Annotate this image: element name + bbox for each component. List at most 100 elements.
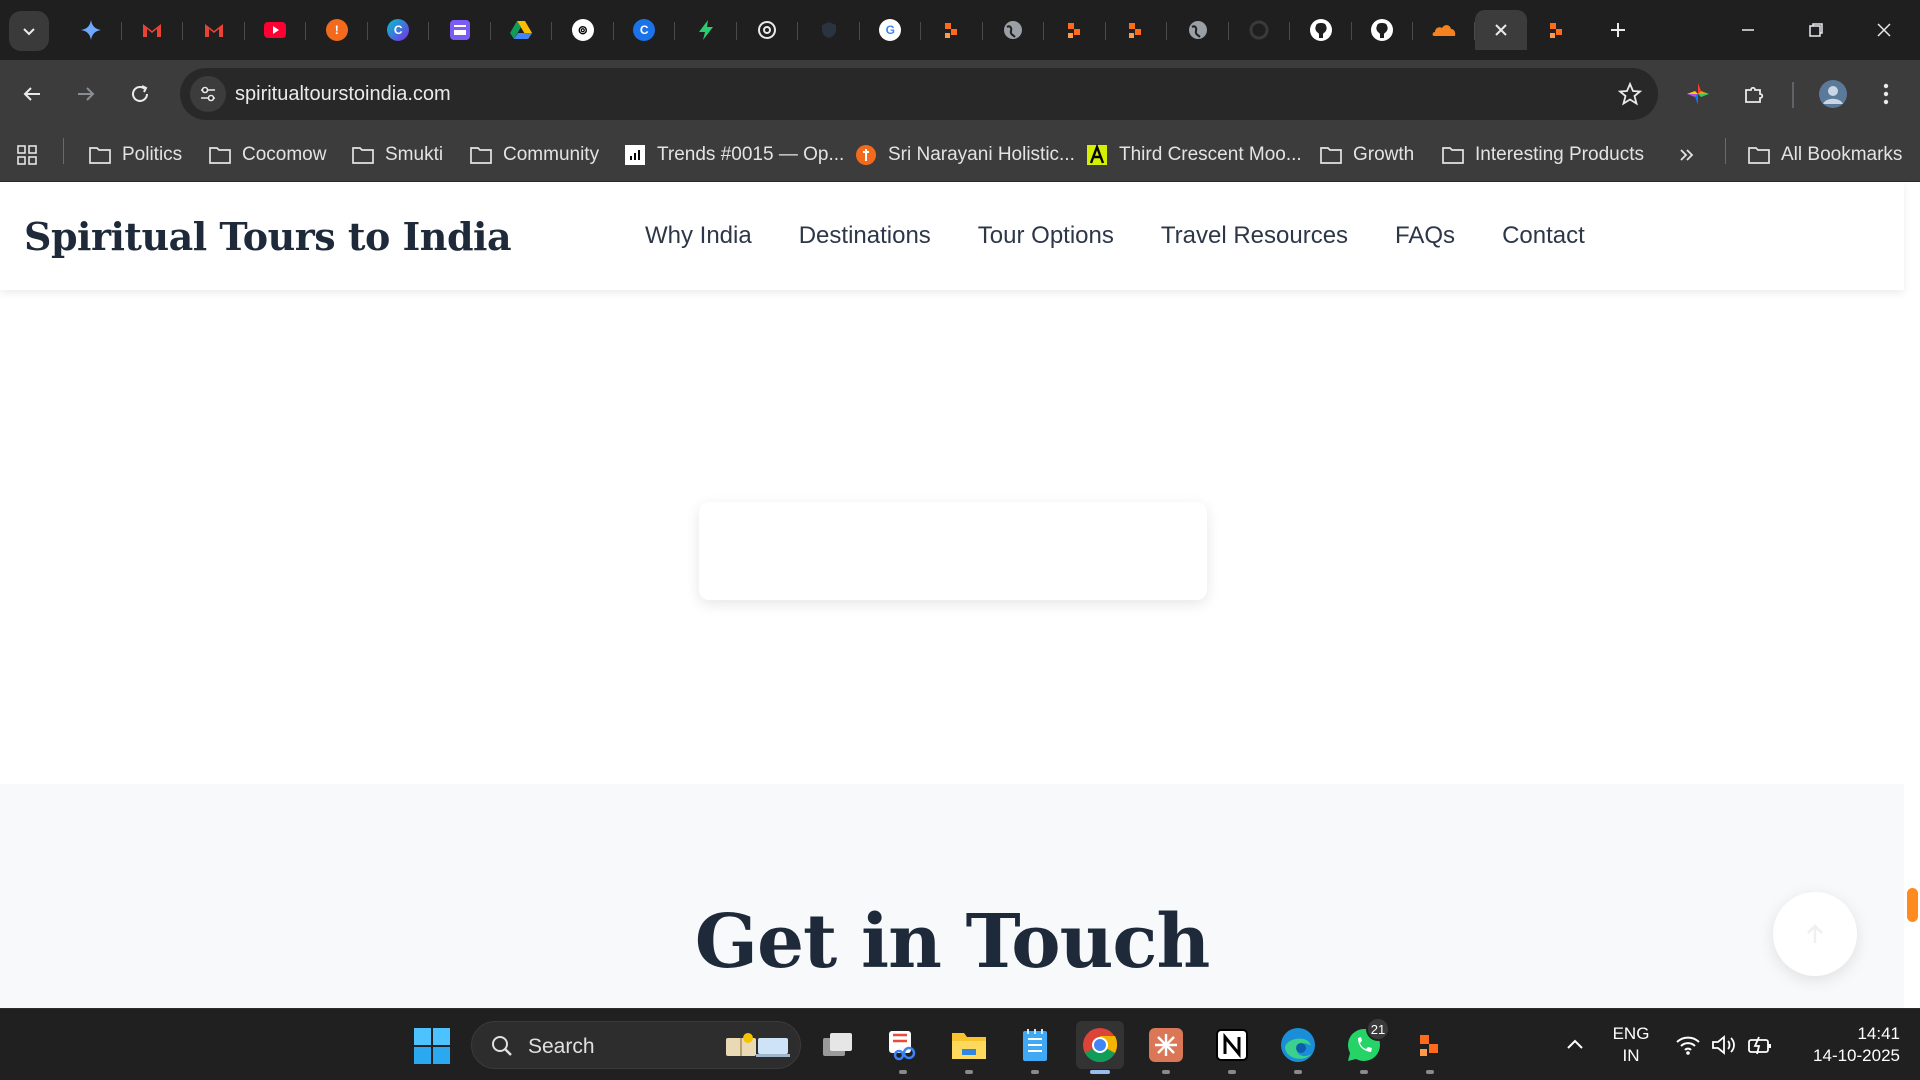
taskbar-orange-app[interactable] bbox=[1406, 1021, 1454, 1074]
bookmark-growth[interactable]: Growth bbox=[1319, 128, 1414, 182]
claude-icon bbox=[1149, 1028, 1183, 1062]
tab-copilot-c[interactable]: C bbox=[614, 10, 675, 50]
bookmark-sri-narayani[interactable]: Sri Narayani Holistic... bbox=[854, 128, 1075, 182]
wifi-icon bbox=[1676, 1036, 1700, 1055]
nav-travel-resources[interactable]: Travel Resources bbox=[1161, 222, 1348, 250]
nav-tour-options[interactable]: Tour Options bbox=[978, 222, 1114, 250]
restore-button[interactable] bbox=[1782, 0, 1850, 60]
bookmarks-divider bbox=[63, 138, 64, 164]
tab-orange-1[interactable] bbox=[921, 10, 983, 50]
tab-gmail-1[interactable] bbox=[122, 10, 183, 50]
taskbar-notepad[interactable] bbox=[1011, 1021, 1059, 1074]
bookmark-politics[interactable]: Politics bbox=[88, 128, 182, 182]
taskbar-claude[interactable] bbox=[1142, 1021, 1190, 1074]
tab-orange-4[interactable] bbox=[1527, 10, 1589, 50]
tab-canva[interactable]: C bbox=[368, 10, 429, 50]
tab-search-button[interactable] bbox=[9, 11, 49, 51]
taskbar-edge[interactable] bbox=[1274, 1021, 1322, 1074]
taskbar-whatsapp[interactable]: 21 bbox=[1340, 1017, 1390, 1074]
extensions-button[interactable] bbox=[1734, 74, 1774, 114]
nav-contact[interactable]: Contact bbox=[1502, 222, 1585, 250]
scrollbar-thumb[interactable] bbox=[1907, 888, 1918, 922]
tab-narayani[interactable]: ! bbox=[306, 10, 368, 50]
site-logo-title[interactable]: Spiritual Tours to India bbox=[24, 214, 512, 259]
shield-icon bbox=[821, 22, 836, 38]
battery-button[interactable] bbox=[1736, 1021, 1784, 1069]
taskbar-search-box[interactable]: Search bbox=[471, 1021, 801, 1069]
web-page: Spiritual Tours to India Why India Desti… bbox=[0, 182, 1920, 1008]
tab-globe-1[interactable] bbox=[983, 10, 1044, 50]
taskbar-chrome[interactable] bbox=[1076, 1021, 1124, 1074]
tab-youtube[interactable] bbox=[245, 10, 306, 50]
tab-gmail-2[interactable] bbox=[183, 10, 245, 50]
browser-menu-button[interactable] bbox=[1866, 74, 1906, 114]
nav-faqs[interactable]: FAQs bbox=[1395, 222, 1455, 250]
profile-button[interactable] bbox=[1813, 74, 1853, 114]
forward-button[interactable] bbox=[66, 74, 106, 114]
show-hidden-icons-button[interactable] bbox=[1551, 1021, 1599, 1069]
tab-gemini[interactable] bbox=[60, 10, 122, 50]
nav-destinations[interactable]: Destinations bbox=[799, 222, 931, 250]
minimize-button[interactable] bbox=[1714, 0, 1782, 60]
tab-strip: ! C ⊚ C G bbox=[0, 0, 1920, 60]
tab-active-current[interactable] bbox=[1474, 10, 1527, 50]
close-icon[interactable] bbox=[1493, 22, 1509, 38]
tab-loading[interactable] bbox=[1229, 10, 1290, 50]
tab-google[interactable]: G bbox=[860, 10, 921, 50]
gmail-icon bbox=[204, 24, 223, 37]
arrow-left-icon bbox=[23, 87, 40, 101]
clock[interactable]: 14:41 14-10-2025 bbox=[1790, 1023, 1900, 1067]
bookmark-label: Smukti bbox=[385, 144, 444, 165]
bookmark-smukti[interactable]: Smukti bbox=[351, 128, 443, 182]
taskbar-search-label: Search bbox=[528, 1035, 595, 1058]
tune-icon bbox=[201, 86, 215, 102]
tab-orange-3[interactable] bbox=[1106, 10, 1167, 50]
chatgpt-icon bbox=[758, 21, 777, 39]
task-view-button[interactable] bbox=[814, 1021, 862, 1069]
more-bookmarks-button[interactable] bbox=[1678, 128, 1696, 182]
new-tab-button[interactable] bbox=[1598, 10, 1638, 50]
tab-globe-2[interactable] bbox=[1167, 10, 1229, 50]
bookmark-interesting-products[interactable]: Interesting Products bbox=[1441, 128, 1644, 182]
chevron-up-icon bbox=[1567, 1039, 1583, 1049]
tab-perplexity[interactable]: ⊚ bbox=[552, 10, 614, 50]
color-wheel-icon bbox=[1687, 83, 1709, 105]
tab-chatgpt[interactable] bbox=[737, 10, 798, 50]
taskbar-file-explorer[interactable] bbox=[945, 1021, 993, 1074]
bookmarks-divider bbox=[1725, 138, 1726, 164]
tab-dark-site[interactable] bbox=[798, 10, 860, 50]
close-window-button[interactable] bbox=[1850, 0, 1918, 60]
tab-orange-2[interactable] bbox=[1044, 10, 1106, 50]
bookmark-community[interactable]: Community bbox=[469, 128, 599, 182]
bookmark-trends[interactable]: Trends #0015 — Op... bbox=[623, 128, 844, 182]
address-bar[interactable]: spiritualtourstoindia.com bbox=[180, 68, 1658, 120]
language-indicator[interactable]: ENG IN bbox=[1606, 1023, 1656, 1067]
tab-drive[interactable] bbox=[491, 10, 552, 50]
bookmark-label: Growth bbox=[1353, 144, 1415, 165]
all-bookmarks-button[interactable]: All Bookmarks bbox=[1747, 128, 1902, 182]
bookmark-star-button[interactable] bbox=[1616, 80, 1644, 108]
tab-gallery[interactable] bbox=[429, 10, 491, 50]
site-info-button[interactable] bbox=[190, 76, 226, 112]
scroll-to-top-button[interactable] bbox=[1773, 892, 1857, 976]
tab-bolt[interactable] bbox=[675, 10, 737, 50]
color-extension-button[interactable] bbox=[1678, 74, 1718, 114]
apps-button[interactable] bbox=[16, 128, 38, 182]
taskbar-notion[interactable] bbox=[1208, 1021, 1256, 1074]
page-scrollbar[interactable] bbox=[1904, 182, 1920, 1008]
google-icon: G bbox=[879, 19, 902, 41]
tab-cloudflare[interactable] bbox=[1413, 10, 1475, 50]
nav-why-india[interactable]: Why India bbox=[645, 222, 752, 250]
reload-button[interactable] bbox=[120, 74, 160, 114]
bookmark-label: Cocomow bbox=[242, 144, 327, 165]
bookmark-cocomow[interactable]: Cocomow bbox=[208, 128, 326, 182]
url-text[interactable]: spiritualtourstoindia.com bbox=[235, 83, 451, 106]
tab-github-2[interactable] bbox=[1352, 10, 1413, 50]
windows-start-button[interactable] bbox=[413, 1027, 451, 1065]
tab-github-1[interactable] bbox=[1290, 10, 1352, 50]
close-icon bbox=[1877, 23, 1891, 37]
restore-icon bbox=[1809, 23, 1823, 37]
back-button[interactable] bbox=[12, 74, 52, 114]
bookmark-third-crescent[interactable]: Third Crescent Moo... bbox=[1085, 128, 1302, 182]
taskbar-snipping-tool[interactable] bbox=[879, 1021, 927, 1074]
